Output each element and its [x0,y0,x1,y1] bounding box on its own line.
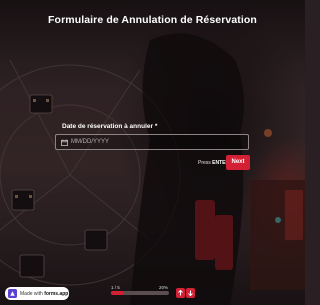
arrow-up-icon [178,289,183,296]
date-placeholder: MM/DD/YYYY [71,139,110,145]
progress-fill [111,291,123,295]
badge-prefix: Made with [20,290,43,297]
hint-prefix: Press [198,160,211,166]
made-with-badge[interactable]: Made with forms.app [5,287,69,300]
date-input[interactable]: MM/DD/YYYY [55,134,249,150]
previous-question-button[interactable] [176,288,185,298]
badge-brand: forms.app [44,290,69,297]
next-question-button[interactable] [186,288,195,298]
background-photo [0,0,305,305]
form-title: Formulaire de Annulation de Réservation [48,14,257,26]
progress-count: 1 / 5 [111,285,120,290]
question-label: Date de réservation à annuler * [62,123,158,130]
badge-text: Made with forms.app [20,291,68,297]
arrow-down-icon [188,290,193,297]
progress-bar [111,291,169,295]
enter-hint: Press ENTER [198,160,229,166]
next-button[interactable]: Next [226,155,250,170]
progress-percent: 20% [159,285,169,290]
calendar-icon [61,139,68,146]
formsapp-logo-icon [8,289,17,298]
